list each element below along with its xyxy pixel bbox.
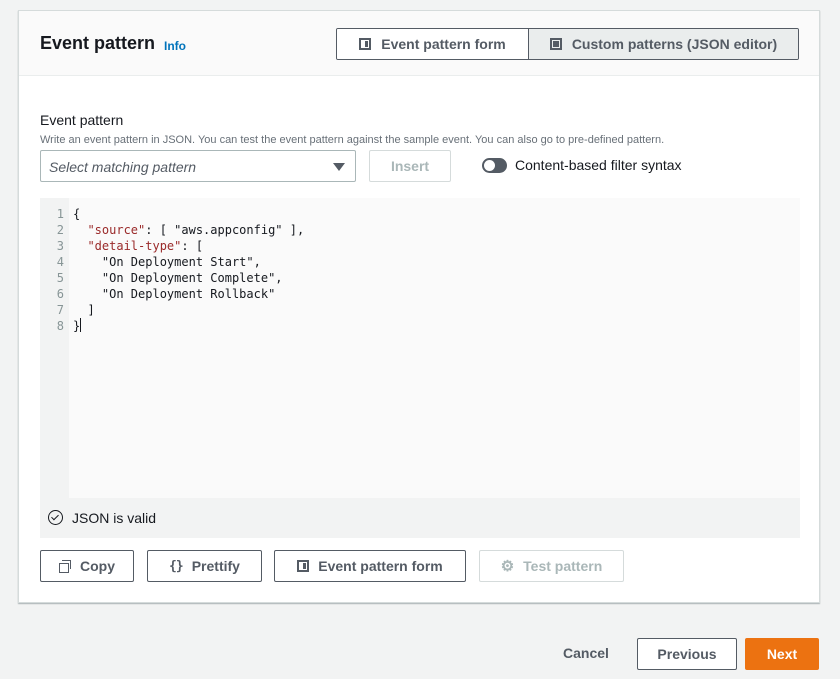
json-key: "source" — [87, 223, 146, 237]
line-number: 2 — [56, 223, 64, 237]
status-text: JSON is valid — [72, 510, 157, 526]
tab-label: Custom patterns (JSON editor) — [571, 36, 778, 52]
insert-button[interactable]: Insert — [369, 150, 451, 182]
field-label: Event pattern — [40, 112, 124, 128]
test-pattern-button[interactable]: ⚙ Test pattern — [479, 550, 624, 582]
info-link[interactable]: Info — [164, 39, 186, 53]
matching-pattern-select[interactable]: Select matching pattern — [40, 150, 356, 182]
event-pattern-form-button[interactable]: Event pattern form — [274, 550, 466, 582]
validation-status: JSON is valid — [40, 498, 800, 538]
caret-down-icon — [333, 163, 345, 171]
event-pattern-panel: Event pattern Info Event pattern form Cu… — [18, 10, 820, 603]
line-number: 7 — [56, 303, 64, 317]
code-line: "On Deployment Rollback" — [73, 287, 276, 301]
line-number-gutter: 1 2 3 4 5 6 7 8 — [40, 198, 69, 498]
line-number: 1 — [56, 207, 64, 221]
code-area[interactable]: { "source": [ "aws.appconfig" ], "detail… — [69, 198, 800, 498]
check-circle-icon — [48, 510, 63, 525]
text-cursor — [80, 318, 82, 332]
form-icon — [297, 560, 310, 572]
code-line: "detail-type": [ — [87, 239, 204, 253]
code-line: "On Deployment Complete", — [73, 271, 283, 285]
json-editor[interactable]: 1 2 3 4 5 6 7 8 { "source": [ "aws.appco… — [40, 198, 800, 538]
gear-icon: ⚙ — [500, 558, 515, 575]
code-line: { — [73, 207, 81, 221]
prettify-button[interactable]: {} Prettify — [147, 550, 262, 582]
braces-icon: {} — [169, 558, 184, 574]
panel-header: Event pattern Info Event pattern form Cu… — [19, 11, 819, 76]
tab-label: Event pattern form — [381, 36, 506, 52]
toggle-label: Content-based filter syntax — [515, 157, 682, 173]
line-number: 8 — [56, 319, 64, 333]
tab-custom-patterns-json-editor[interactable]: Custom patterns (JSON editor) — [529, 29, 798, 59]
cancel-button[interactable]: Cancel — [563, 645, 609, 661]
line-number: 6 — [56, 287, 64, 301]
line-number: 5 — [56, 271, 64, 285]
line-number: 4 — [56, 255, 64, 269]
code-line: "On Deployment Start", — [73, 255, 261, 269]
copy-icon — [59, 560, 71, 573]
code-line: ] — [73, 303, 95, 317]
panel-title: Event pattern — [40, 33, 156, 53]
select-placeholder: Select matching pattern — [49, 159, 197, 175]
code-line: } — [73, 318, 82, 333]
next-button[interactable]: Next — [745, 638, 819, 670]
form-icon — [359, 38, 372, 50]
json-editor-icon — [549, 38, 562, 50]
pattern-mode-toggle: Event pattern form Custom patterns (JSON… — [336, 28, 799, 60]
json-key: "detail-type" — [87, 239, 182, 253]
copy-button[interactable]: Copy — [40, 550, 134, 582]
line-number: 3 — [56, 239, 64, 253]
content-filter-toggle[interactable] — [482, 158, 507, 173]
code-line: "source": [ "aws.appconfig" ], — [87, 223, 305, 237]
field-description: Write an event pattern in JSON. You can … — [40, 134, 665, 146]
previous-button[interactable]: Previous — [637, 638, 737, 670]
tab-event-pattern-form[interactable]: Event pattern form — [337, 29, 529, 59]
